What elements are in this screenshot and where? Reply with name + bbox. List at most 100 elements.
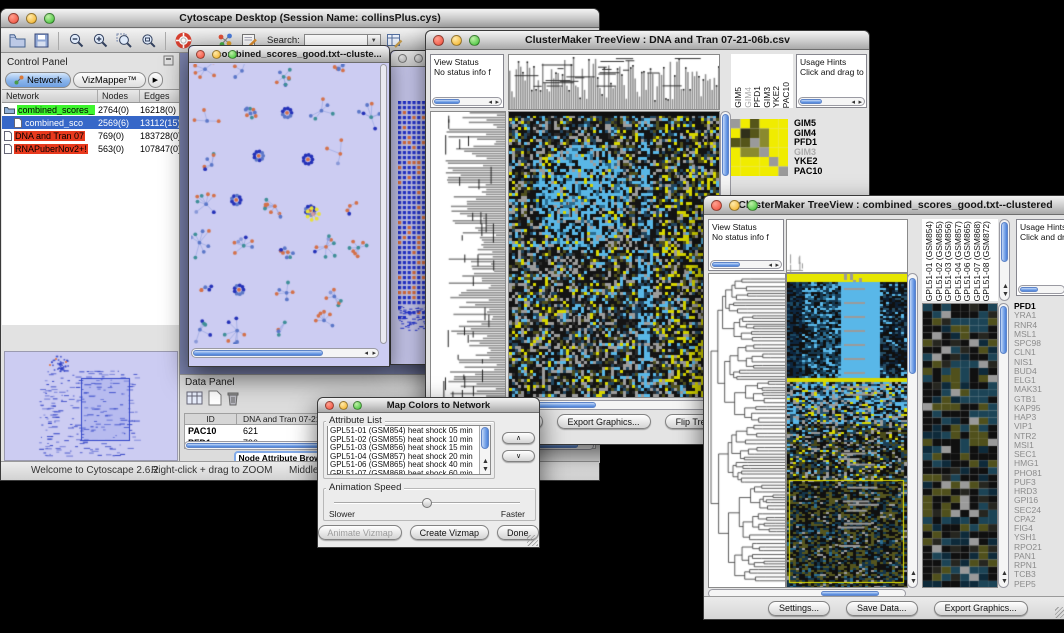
scroll-right-arrow[interactable]: ▸ <box>372 350 376 358</box>
treeview1-row-dendrogram[interactable] <box>430 111 506 398</box>
dialog-button-bar: Animate Vizmap Create Vizmap Done <box>318 525 539 540</box>
usage-hints-scrollbar[interactable]: ◂▸ <box>798 97 865 106</box>
usage-hints-line2: Click and drag to <box>1017 232 1064 242</box>
minimize-button[interactable] <box>414 54 423 63</box>
zoom-selected-icon[interactable] <box>138 31 158 51</box>
col-network[interactable]: Network <box>2 90 98 102</box>
zoom-button[interactable] <box>44 13 55 24</box>
file-icon <box>4 144 12 154</box>
network-tree: combined_scores_ 2764(0) 16218(0) combin… <box>2 103 179 325</box>
animate-vizmap-button[interactable]: Animate Vizmap <box>318 525 402 540</box>
faster-label: Faster <box>501 509 525 519</box>
minimize-button[interactable] <box>212 50 221 59</box>
map-colors-dialog[interactable]: Map Colors to Network Attribute List GPL… <box>317 397 540 548</box>
minimize-button[interactable] <box>729 200 740 211</box>
minimize-button[interactable] <box>26 13 37 24</box>
treeview2-zoom-heatmap[interactable] <box>922 303 998 588</box>
cluster-window-title-bar[interactable]: combined_scores_good.txt--cluste... <box>189 46 389 63</box>
treeview1-title-bar[interactable]: ClusterMaker TreeView : DNA and Tran 07-… <box>426 31 869 50</box>
network-overview-thumbnail[interactable] <box>5 352 177 460</box>
create-vizmap-button[interactable]: Create Vizmap <box>410 525 488 540</box>
save-data-button[interactable]: Save Data... <box>846 601 918 616</box>
treeview2-row-dendrogram[interactable] <box>708 273 786 588</box>
window-controls[interactable] <box>196 50 237 59</box>
select-attributes-icon[interactable] <box>186 390 204 411</box>
treeview2-heatmap[interactable] <box>786 273 908 588</box>
network-vscrollbar[interactable] <box>380 64 387 344</box>
attribute-list-scrollbar[interactable]: ▲▼ <box>479 426 490 474</box>
float-panel-icon[interactable] <box>163 55 174 69</box>
cluster-window-title: combined_scores_good.txt--cluste... <box>213 49 385 60</box>
treeview2-vscrollbar[interactable]: ▲▼ <box>907 273 918 588</box>
window-controls[interactable] <box>325 401 362 410</box>
id-column-header[interactable]: ID <box>185 414 237 424</box>
col-edges[interactable]: Edges <box>140 90 179 102</box>
close-button[interactable] <box>196 50 205 59</box>
export-graphics-button[interactable]: Export Graphics... <box>934 601 1028 616</box>
main-title-bar[interactable]: Cytoscape Desktop (Session Name: collins… <box>1 9 599 28</box>
export-graphics-button[interactable]: Export Graphics... <box>557 414 651 429</box>
move-down-button[interactable]: ∨ <box>502 450 535 462</box>
zoom-vscrollbar[interactable]: ▲▼ <box>998 303 1009 588</box>
view-status-scrollbar[interactable]: ◂▸ <box>432 97 502 106</box>
settings-button[interactable]: Settings... <box>768 601 830 616</box>
attribute-listbox[interactable]: GPL51-01 (GSM854) heat shock 05 minGPL51… <box>327 425 491 475</box>
tab-network[interactable]: Network <box>5 72 71 88</box>
treeview2-window[interactable]: ClusterMaker TreeView : combined_scores_… <box>703 195 1064 620</box>
minimize-button[interactable] <box>339 401 348 410</box>
close-button[interactable] <box>433 35 444 46</box>
resize-grip[interactable] <box>527 535 538 546</box>
treeview1-heatmap[interactable] <box>508 111 720 398</box>
speed-slider[interactable] <box>334 498 520 508</box>
resize-grip[interactable] <box>1055 607 1064 618</box>
treeview1-column-dendrogram[interactable] <box>508 54 720 110</box>
zoom-fit-icon[interactable] <box>114 31 134 51</box>
desktop: { "colors": { "accent_blue": "#3667c8", … <box>0 0 1064 633</box>
main-window-title: Cytoscape Desktop (Session Name: collins… <box>25 12 595 24</box>
view-status-panel: View Status No status info f ◂▸ <box>708 219 784 271</box>
window-controls[interactable] <box>711 200 758 211</box>
new-attribute-icon[interactable] <box>208 390 222 411</box>
network-window-clusters[interactable]: combined_scores_good.txt--cluste... ◂ ▸ <box>188 45 390 367</box>
network-row-combined-scores[interactable]: combined_scores_ 2764(0) 16218(0) <box>2 103 179 116</box>
scroll-left-arrow[interactable]: ◂ <box>364 350 368 358</box>
network-overview-panel[interactable] <box>4 351 178 461</box>
treeview1-title: ClusterMaker TreeView : DNA and Tran 07-… <box>450 34 865 46</box>
attribute-item[interactable]: GPL51-07 (GSM868) heat shock 60 min <box>330 470 488 475</box>
treeview1-zoom-heatmap[interactable] <box>731 119 788 176</box>
treeview2-title-bar[interactable]: ClusterMaker TreeView : combined_scores_… <box>704 196 1064 215</box>
zoom-in-icon[interactable] <box>90 31 110 51</box>
zoom-button[interactable] <box>228 50 237 59</box>
window-controls[interactable] <box>8 13 55 24</box>
minimize-button[interactable] <box>451 35 462 46</box>
usage-hints-scrollbar[interactable] <box>1018 285 1064 294</box>
zoom-button[interactable] <box>353 401 362 410</box>
network-hscrollbar[interactable]: ◂ ▸ <box>191 348 379 358</box>
view-status-scrollbar[interactable]: ◂▸ <box>710 260 782 269</box>
slider-thumb[interactable] <box>422 498 432 508</box>
treeview2-column-area <box>786 219 908 273</box>
save-icon[interactable] <box>31 31 51 51</box>
network-row-selected[interactable]: combined_sco 2569(6) 13112(15) <box>2 116 179 129</box>
array-labels-scrollbar[interactable]: ▲▼ <box>999 219 1010 301</box>
window-controls[interactable] <box>433 35 480 46</box>
open-folder-icon[interactable] <box>7 31 27 51</box>
close-button[interactable] <box>325 401 334 410</box>
network-row-dna[interactable]: DNA and Tran 07 769(0) 183728(0) <box>2 129 179 142</box>
dialog-title-bar[interactable]: Map Colors to Network <box>318 398 539 413</box>
zoom-out-icon[interactable] <box>66 31 86 51</box>
tab-vizmapper[interactable]: VizMapper™ <box>73 72 146 88</box>
view-status-line1: View Status <box>431 55 503 67</box>
delete-attribute-icon[interactable] <box>226 390 240 411</box>
close-button[interactable] <box>8 13 19 24</box>
cluster-network-canvas[interactable] <box>191 64 381 344</box>
close-button[interactable] <box>398 54 407 63</box>
toolbar-separator <box>165 32 166 50</box>
close-button[interactable] <box>711 200 722 211</box>
zoom-button[interactable] <box>747 200 758 211</box>
move-up-button[interactable]: ∧ <box>502 432 535 444</box>
tab-overflow-button[interactable]: ▶ <box>148 72 163 88</box>
col-nodes[interactable]: Nodes <box>98 90 140 102</box>
zoom-button[interactable] <box>469 35 480 46</box>
network-row-rna[interactable]: RNAPuberNov2+! 563(0) 107847(0) <box>2 142 179 155</box>
